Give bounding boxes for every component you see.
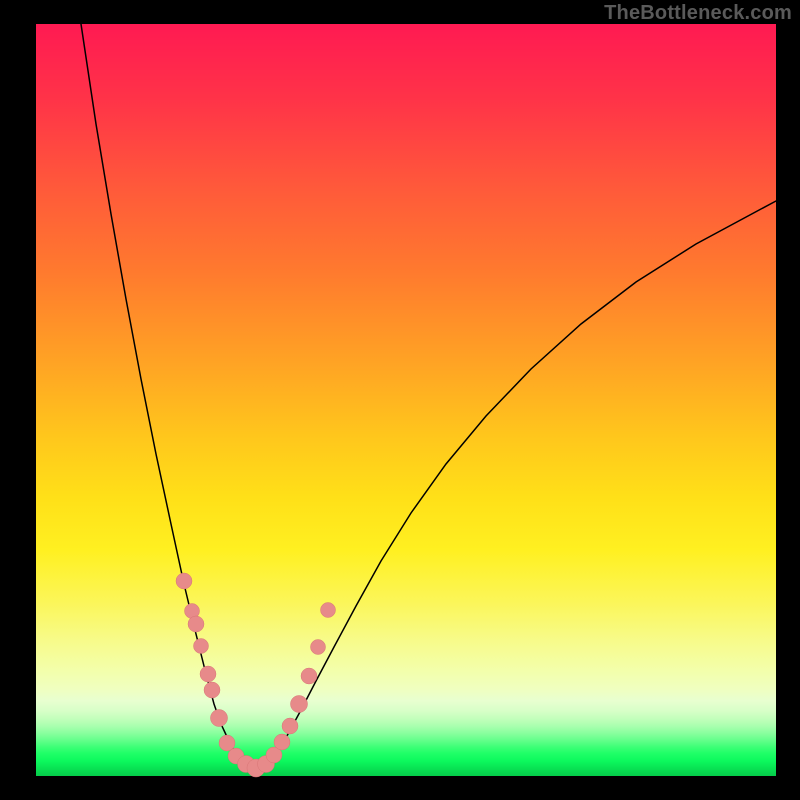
highlight-dot [321, 603, 336, 618]
highlight-dot [176, 573, 192, 589]
highlight-dot [291, 696, 308, 713]
highlight-dot [188, 616, 204, 632]
highlight-dot [211, 710, 228, 727]
chart-svg [36, 24, 776, 776]
highlight-dot [200, 666, 216, 682]
highlight-dot [204, 682, 220, 698]
highlight-dots [176, 573, 336, 777]
highlight-dot [282, 718, 298, 734]
chart-canvas: TheBottleneck.com [0, 0, 800, 800]
highlight-dot [301, 668, 317, 684]
highlight-dot [274, 734, 290, 750]
plot-area [36, 24, 776, 776]
watermark-text: TheBottleneck.com [604, 2, 792, 25]
highlight-dot [311, 640, 326, 655]
highlight-dot [194, 639, 209, 654]
bottleneck-curve [81, 24, 776, 769]
